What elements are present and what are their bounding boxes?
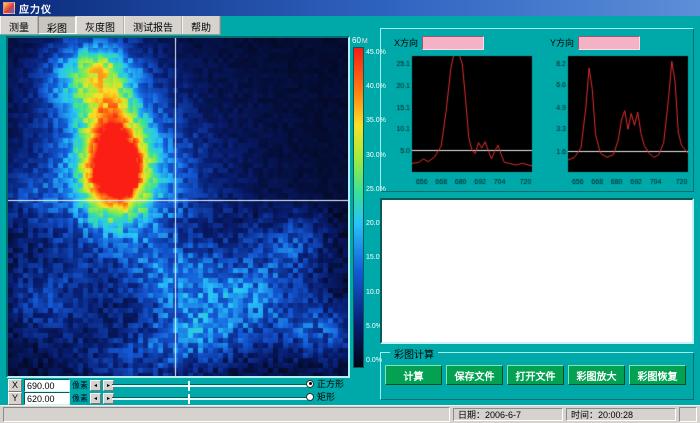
app-window: 应力仪 测量 彩图 灰度图 测试报告 帮助 60M 45.0% 40.0% 35… — [0, 0, 700, 423]
menu-item-report[interactable]: 测试报告 — [124, 16, 182, 34]
colormap-restore-button[interactable]: 彩图恢复 — [629, 365, 686, 385]
colormap-calc-title: 彩图计算 — [390, 346, 438, 361]
menu-item-measure[interactable]: 测量 — [0, 16, 38, 34]
menu-bar: 测量 彩图 灰度图 测试报告 帮助 — [0, 16, 221, 35]
y-coordinate-unit: 像素 — [72, 393, 88, 404]
x-slider-thumb[interactable] — [188, 381, 190, 391]
colorbar-gradient — [353, 47, 364, 368]
y-direction-chart — [542, 52, 692, 188]
shape-radio[interactable]: 矩形 — [306, 390, 370, 403]
calc-button-row: 计算 保存文件 打开文件 彩图放大 彩图恢复 — [385, 365, 686, 385]
y-direction-header: Y方向 — [550, 36, 640, 49]
y-coordinate-input[interactable] — [24, 392, 70, 405]
status-bar: 日期：2006-6-7 时间：20:00:28 — [0, 405, 700, 423]
x-direction-header: X方向 — [394, 36, 484, 49]
y-slider-thumb[interactable] — [188, 394, 190, 404]
stress-heatmap[interactable] — [8, 38, 348, 376]
x-coordinate-input[interactable] — [24, 379, 70, 392]
x-spin-left-icon[interactable]: ◂ — [90, 380, 101, 391]
window-title: 应力仪 — [19, 1, 52, 16]
menu-item-colormap[interactable]: 彩图 — [38, 16, 76, 34]
y-direction-title: Y方向 — [550, 36, 574, 49]
status-date: 日期：2006-6-7 — [453, 408, 563, 421]
save-file-button[interactable]: 保存文件 — [446, 365, 503, 385]
colormap-zoom-button[interactable]: 彩图放大 — [568, 365, 625, 385]
y-position-slider[interactable] — [112, 397, 308, 400]
x-coordinate-label: X — [8, 379, 22, 392]
x-direction-title: X方向 — [394, 36, 418, 49]
x-direction-chart — [386, 52, 536, 188]
shape-option-group: 正方形 矩形 — [303, 376, 373, 404]
radio-rect-label: 矩形 — [317, 390, 335, 403]
x-direction-value-box[interactable] — [422, 36, 484, 50]
x-coordinate-row: X 像素 ◂ ▸ — [8, 379, 114, 392]
results-listbox[interactable] — [380, 198, 694, 344]
y-spin-left-icon[interactable]: ◂ — [90, 393, 101, 404]
y-direction-value-box[interactable] — [578, 36, 640, 50]
y-coordinate-row: Y 像素 ◂ ▸ — [8, 392, 114, 405]
y-coordinate-label: Y — [8, 392, 22, 405]
menu-item-graymap[interactable]: 灰度图 — [76, 16, 124, 34]
x-position-slider[interactable] — [112, 384, 308, 387]
open-file-button[interactable]: 打开文件 — [507, 365, 564, 385]
shape-radio[interactable]: 正方形 — [306, 377, 370, 390]
heatmap-frame — [6, 36, 350, 378]
radio-square-label: 正方形 — [317, 377, 344, 390]
resize-grip[interactable] — [679, 407, 697, 422]
title-bar[interactable]: 应力仪 — [0, 0, 700, 16]
app-icon — [3, 2, 15, 14]
calculate-button[interactable]: 计算 — [385, 365, 442, 385]
colorbar-max-label: 60M — [352, 36, 368, 45]
status-time: 时间：20:00:28 — [566, 408, 676, 421]
radio-square-icon[interactable] — [306, 380, 314, 388]
x-coordinate-unit: 像素 — [72, 380, 88, 391]
radio-rect-icon[interactable] — [306, 393, 314, 401]
menu-item-help[interactable]: 帮助 — [182, 16, 220, 34]
status-empty-cell — [3, 407, 450, 422]
